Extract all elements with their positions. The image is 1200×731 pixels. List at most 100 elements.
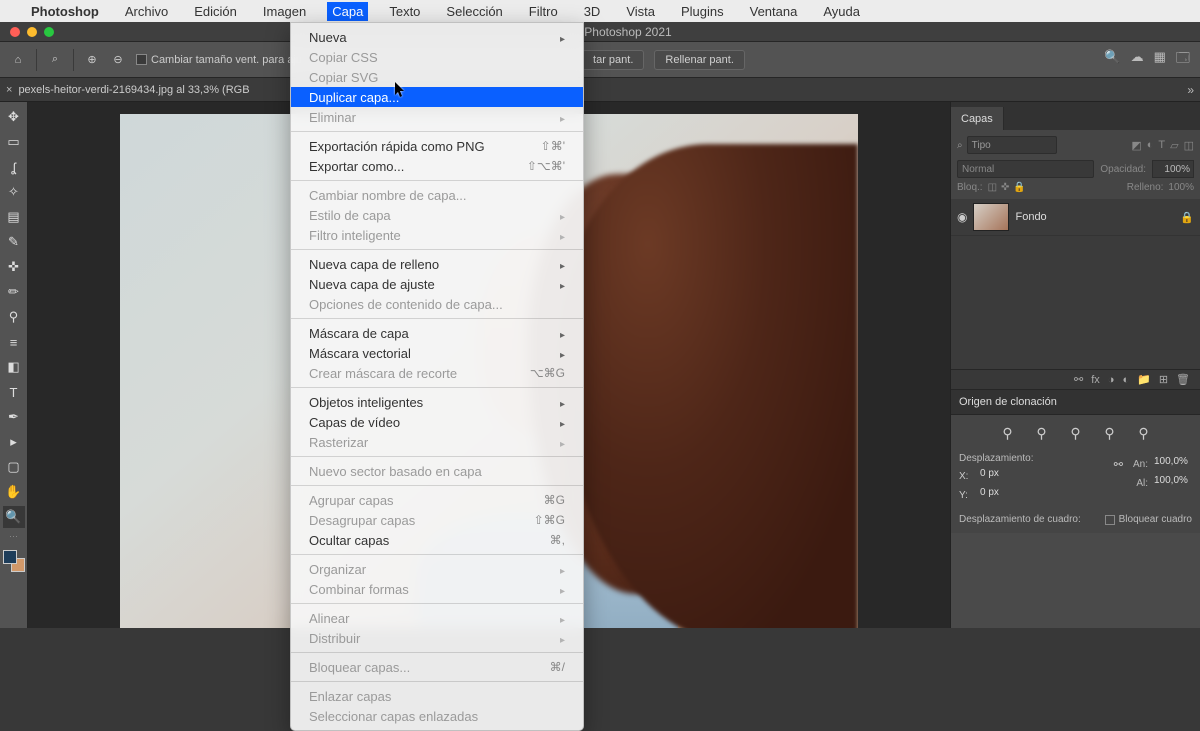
menu-item-exportaci-n-r-pida-como-png[interactable]: Exportación rápida como PNG⇧⌘' bbox=[291, 136, 583, 156]
menu-item-ocultar-capas[interactable]: Ocultar capas⌘, bbox=[291, 530, 583, 550]
menu-item-nueva-capa-de-relleno[interactable]: Nueva capa de relleno bbox=[291, 254, 583, 274]
close-tab-icon[interactable]: × bbox=[6, 84, 12, 96]
layer-filter-dropdown[interactable]: Tipo bbox=[967, 136, 1057, 154]
fill-screen-button[interactable]: Rellenar pant. bbox=[654, 50, 745, 70]
menu-ayuda[interactable]: Ayuda bbox=[818, 2, 865, 21]
zoom-in-icon[interactable]: ⊕ bbox=[84, 52, 100, 68]
color-swatch[interactable] bbox=[3, 550, 25, 572]
layers-tab[interactable]: Capas bbox=[951, 107, 1004, 130]
menu-archivo[interactable]: Archivo bbox=[120, 2, 173, 21]
delete-layer-icon[interactable]: 🗑 bbox=[1176, 373, 1190, 386]
menu-item-nueva-capa-de-ajuste[interactable]: Nueva capa de ajuste bbox=[291, 274, 583, 294]
path-select-tool-icon[interactable]: ▸ bbox=[3, 431, 25, 453]
share-icon[interactable]: 🗔 bbox=[1176, 49, 1190, 71]
move-tool-icon[interactable]: ✥ bbox=[3, 106, 25, 128]
lock-frame-checkbox[interactable] bbox=[1105, 515, 1115, 525]
marquee-tool-icon[interactable]: ▭ bbox=[3, 131, 25, 153]
width-input[interactable]: 100,0% bbox=[1154, 456, 1192, 472]
eraser-tool-icon[interactable]: ≡ bbox=[3, 331, 25, 353]
fx-icon[interactable]: fx bbox=[1091, 374, 1100, 386]
crop-tool-icon[interactable]: ▤ bbox=[3, 206, 25, 228]
menu-capa[interactable]: Capa bbox=[327, 2, 368, 21]
adjustment-icon[interactable]: ◐ bbox=[1122, 374, 1129, 386]
eyedropper-tool-icon[interactable]: ✎ bbox=[3, 231, 25, 253]
layer-list[interactable]: ◉ Fondo 🔒 bbox=[951, 199, 1200, 369]
clone-source-panel-title[interactable]: Origen de clonación bbox=[951, 389, 1200, 415]
menu-item-m-scara-vectorial[interactable]: Máscara vectorial bbox=[291, 343, 583, 363]
foreground-color-swatch[interactable] bbox=[3, 550, 17, 564]
close-window-icon[interactable] bbox=[10, 27, 20, 37]
checkbox-icon[interactable] bbox=[136, 54, 147, 65]
workspace-icon[interactable]: ▦ bbox=[1154, 49, 1166, 71]
cloud-docs-icon[interactable]: ☁ bbox=[1131, 49, 1144, 71]
group-icon[interactable]: 📁 bbox=[1137, 373, 1151, 386]
clone-source-5-icon[interactable]: ⚲ bbox=[1134, 423, 1154, 443]
resize-window-checkbox[interactable]: Cambiar tamaño vent. para aju bbox=[136, 54, 302, 66]
layer-visibility-icon[interactable]: ◉ bbox=[957, 210, 967, 224]
fit-screen-button[interactable]: tar pant. bbox=[582, 50, 644, 70]
zoom-out-icon[interactable]: ⊖ bbox=[110, 52, 126, 68]
filter-smart-icon[interactable]: ◫ bbox=[1184, 139, 1194, 152]
healing-tool-icon[interactable]: ✜ bbox=[3, 256, 25, 278]
zoom-tool-icon[interactable]: ⌕ bbox=[47, 52, 63, 68]
new-layer-icon[interactable]: ⊞ bbox=[1159, 373, 1168, 386]
clone-tool-icon[interactable]: ⚲ bbox=[3, 306, 25, 328]
menu-3d[interactable]: 3D bbox=[579, 2, 606, 21]
filter-shape-icon[interactable]: ▱ bbox=[1170, 139, 1178, 152]
wand-tool-icon[interactable]: ✧ bbox=[3, 181, 25, 203]
menu-item-duplicar-capa[interactable]: Duplicar capa... bbox=[291, 87, 583, 107]
menu-item-m-scara-de-capa[interactable]: Máscara de capa bbox=[291, 323, 583, 343]
offset-y-input[interactable]: 0 px bbox=[980, 487, 1018, 503]
filter-adjust-icon[interactable]: ◐ bbox=[1147, 139, 1154, 152]
gradient-tool-icon[interactable]: ◧ bbox=[3, 356, 25, 378]
search-app-icon[interactable]: 🔍 bbox=[1104, 49, 1120, 71]
menu-item-capas-de-v-deo[interactable]: Capas de vídeo bbox=[291, 412, 583, 432]
brush-tool-icon[interactable]: ✏ bbox=[3, 281, 25, 303]
lock-all-icon[interactable]: 🔒 bbox=[1013, 182, 1025, 193]
menu-vista[interactable]: Vista bbox=[621, 2, 660, 21]
opacity-value[interactable]: 100% bbox=[1152, 160, 1194, 178]
filter-type-icon[interactable]: T bbox=[1158, 139, 1165, 152]
clone-source-2-icon[interactable]: ⚲ bbox=[1032, 423, 1052, 443]
lasso-tool-icon[interactable]: ʆ bbox=[3, 156, 25, 178]
menu-texto[interactable]: Texto bbox=[384, 2, 425, 21]
layer-thumbnail[interactable] bbox=[973, 203, 1009, 231]
rectangle-tool-icon[interactable]: ▢ bbox=[3, 456, 25, 478]
menu-ventana[interactable]: Ventana bbox=[745, 2, 803, 21]
app-name-menu[interactable]: Photoshop bbox=[26, 2, 104, 21]
clone-source-1-icon[interactable]: ⚲ bbox=[998, 423, 1018, 443]
menu-filtro[interactable]: Filtro bbox=[524, 2, 563, 21]
zoom-tool-selected-icon[interactable]: 🔍 bbox=[3, 506, 25, 528]
menu-item-exportar-como[interactable]: Exportar como...⇧⌥⌘' bbox=[291, 156, 583, 176]
menu-item-nueva[interactable]: Nueva bbox=[291, 27, 583, 47]
filter-pixel-icon[interactable]: ◩ bbox=[1131, 139, 1141, 152]
mask-icon[interactable]: ◑ bbox=[1108, 374, 1115, 386]
capa-dropdown-menu[interactable]: NuevaCopiar CSSCopiar SVGDuplicar capa..… bbox=[290, 22, 584, 731]
layer-lock-icon[interactable]: 🔒 bbox=[1180, 211, 1194, 224]
menu-seleccion[interactable]: Selección bbox=[441, 2, 507, 21]
hand-tool-icon[interactable]: ✋ bbox=[3, 481, 25, 503]
document-tab[interactable]: × pexels-heitor-verdi-2169434.jpg al 33,… bbox=[6, 84, 250, 96]
minimize-window-icon[interactable] bbox=[27, 27, 37, 37]
layer-row[interactable]: ◉ Fondo 🔒 bbox=[951, 199, 1200, 236]
zoom-window-icon[interactable] bbox=[44, 27, 54, 37]
menu-imagen[interactable]: Imagen bbox=[258, 2, 311, 21]
clone-source-4-icon[interactable]: ⚲ bbox=[1100, 423, 1120, 443]
lock-pixels-icon[interactable]: ◫ bbox=[988, 182, 997, 193]
fill-value[interactable]: 100% bbox=[1168, 182, 1194, 193]
link-layers-icon[interactable]: ⚯ bbox=[1074, 373, 1083, 386]
height-input[interactable]: 100,0% bbox=[1154, 475, 1192, 491]
link-wh-icon[interactable]: ⚯ bbox=[1114, 458, 1123, 471]
menu-plugins[interactable]: Plugins bbox=[676, 2, 729, 21]
blend-mode-dropdown[interactable]: Normal bbox=[957, 160, 1094, 178]
clone-source-3-icon[interactable]: ⚲ bbox=[1066, 423, 1086, 443]
menu-edicion[interactable]: Edición bbox=[189, 2, 242, 21]
panel-collapse-icon[interactable]: » bbox=[1187, 83, 1194, 97]
layer-name[interactable]: Fondo bbox=[1015, 211, 1174, 223]
pen-tool-icon[interactable]: ✒ bbox=[3, 406, 25, 428]
type-tool-icon[interactable]: T bbox=[3, 381, 25, 403]
menu-item-objetos-inteligentes[interactable]: Objetos inteligentes bbox=[291, 392, 583, 412]
lock-position-icon[interactable]: ✜ bbox=[1001, 182, 1009, 193]
home-icon[interactable]: ⌂ bbox=[10, 52, 26, 68]
offset-x-input[interactable]: 0 px bbox=[980, 468, 1018, 484]
